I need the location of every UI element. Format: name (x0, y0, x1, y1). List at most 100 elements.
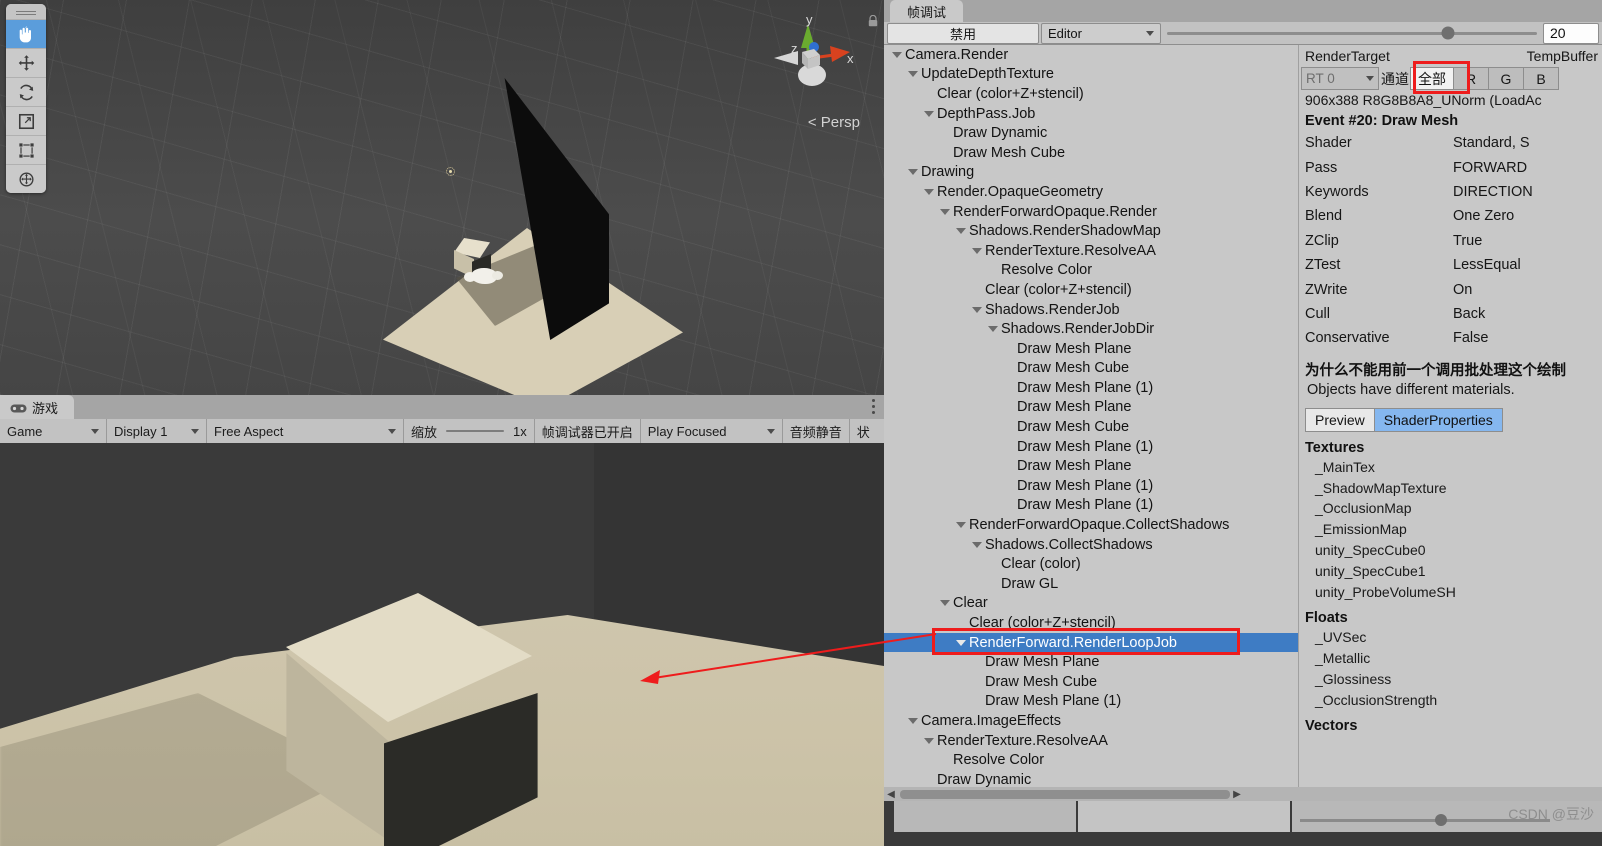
channel-button-r[interactable]: R (1453, 67, 1489, 90)
display-dropdown[interactable]: Display 1 (107, 419, 207, 443)
tree-row[interactable]: Draw Mesh Plane (1) (884, 437, 1298, 457)
scene-orientation-gizmo[interactable]: y z x (758, 8, 858, 118)
expand-triangle-icon[interactable] (908, 71, 918, 78)
expand-triangle-icon[interactable] (972, 306, 982, 313)
tree-row[interactable]: Draw Mesh Plane (1) (884, 476, 1298, 496)
tree-row[interactable]: Draw Mesh Cube (884, 143, 1298, 163)
tree-row[interactable]: RenderForwardOpaque.CollectShadows (884, 515, 1298, 535)
mute-audio-button[interactable]: 音频静音 (783, 419, 850, 443)
scroll-left-arrow[interactable]: ◀ (884, 789, 898, 800)
rt-index-dropdown[interactable]: RT 0 (1301, 67, 1379, 90)
event-slider[interactable] (1161, 23, 1543, 44)
tree-row[interactable]: Draw Mesh Cube (884, 672, 1298, 692)
tree-row[interactable]: RenderForward.RenderLoopJob (884, 632, 1298, 653)
tab-shader-properties[interactable]: ShaderProperties (1373, 407, 1503, 432)
expand-triangle-icon[interactable] (908, 169, 918, 176)
move-tool-button[interactable] (6, 48, 46, 77)
tree-row[interactable]: Draw GL (884, 574, 1298, 594)
disable-button[interactable]: 禁用 (887, 22, 1039, 44)
expand-triangle-icon[interactable] (956, 228, 966, 235)
hand-tool-button[interactable] (6, 19, 46, 48)
tree-row[interactable]: Draw Mesh Plane (884, 398, 1298, 418)
tree-row[interactable]: Draw Dynamic (884, 123, 1298, 143)
expand-triangle-icon[interactable] (924, 110, 934, 117)
tree-row[interactable]: Clear (color) (884, 554, 1298, 574)
expand-triangle-icon[interactable] (940, 600, 950, 607)
tree-row[interactable]: RenderForwardOpaque.Render (884, 202, 1298, 222)
tree-row[interactable]: Clear (color+Z+stencil) (884, 84, 1298, 104)
panel-menu-icon[interactable] (872, 399, 876, 415)
tree-row[interactable]: Drawing (884, 163, 1298, 183)
tree-row[interactable]: DepthPass.Job (884, 104, 1298, 124)
tree-row[interactable]: Clear (color+Z+stencil) (884, 280, 1298, 300)
tree-row[interactable]: Draw Mesh Plane (884, 456, 1298, 476)
tree-row[interactable]: Draw Mesh Plane (884, 652, 1298, 672)
game-view-mode-dropdown[interactable]: Game (0, 419, 107, 443)
game-render-viewport[interactable] (0, 443, 884, 846)
scrollbar-thumb[interactable] (900, 789, 1230, 799)
tree-row[interactable]: RenderTexture.ResolveAA (884, 241, 1298, 261)
tree-row[interactable]: Resolve Color (884, 750, 1298, 770)
scale-slider[interactable] (446, 430, 505, 432)
projection-mode-label[interactable]: < Persp (808, 114, 860, 131)
scroll-right-arrow[interactable]: ▶ (1230, 789, 1244, 800)
expand-triangle-icon[interactable] (924, 737, 934, 744)
tree-row-label: Render.OpaqueGeometry (937, 183, 1104, 200)
expand-triangle-icon[interactable] (956, 522, 966, 529)
tree-row[interactable]: Shadows.RenderShadowMap (884, 221, 1298, 241)
channel-button-g[interactable]: G (1488, 67, 1524, 90)
tree-row[interactable]: Draw Mesh Plane (1) (884, 378, 1298, 398)
horizontal-scrollbar[interactable]: ◀ ▶ (884, 787, 1602, 801)
tree-row[interactable]: Clear (884, 594, 1298, 614)
tree-row[interactable]: Shadows.RenderJobDir (884, 319, 1298, 339)
tree-row[interactable]: Draw Mesh Plane (1) (884, 692, 1298, 712)
scale-tool-button[interactable] (6, 106, 46, 135)
tree-row[interactable]: Shadows.RenderJob (884, 300, 1298, 320)
tree-row[interactable]: Shadows.CollectShadows (884, 535, 1298, 555)
event-number-input[interactable]: 20 (1543, 22, 1599, 44)
expand-triangle-icon[interactable] (988, 326, 998, 333)
channel-button-all[interactable]: 全部 (1410, 67, 1454, 90)
target-dropdown[interactable]: Editor (1041, 22, 1161, 44)
expand-triangle-icon[interactable] (892, 51, 902, 58)
tree-row[interactable]: Camera.Render (884, 45, 1298, 65)
expand-triangle-icon[interactable] (956, 639, 966, 646)
channel-button-b[interactable]: B (1523, 67, 1559, 90)
tab-game[interactable]: 游戏 (0, 395, 75, 419)
rotate-tool-button[interactable] (6, 77, 46, 106)
shader-state-row: ZClip True (1299, 229, 1602, 253)
tree-row[interactable]: Resolve Color (884, 261, 1298, 281)
rect-tool-button[interactable] (6, 135, 46, 164)
scale-slider-group[interactable]: 缩放 1x (404, 419, 535, 443)
tree-row[interactable]: UpdateDepthTexture (884, 65, 1298, 85)
play-mode-dropdown[interactable]: Play Focused (641, 419, 783, 443)
aspect-ratio-dropdown[interactable]: Free Aspect (207, 419, 404, 443)
event-slider-knob[interactable] (1441, 26, 1455, 40)
transform-tool-button[interactable] (6, 164, 46, 193)
event-tree[interactable]: Camera.Render UpdateDepthTexture Clear (co… (884, 45, 1298, 801)
stats-button[interactable]: 状 (850, 419, 877, 443)
expand-triangle-icon[interactable] (924, 188, 934, 195)
palette-drag-handle[interactable] (6, 4, 46, 19)
tab-frame-debugger[interactable]: 帧调试 (890, 0, 964, 22)
expand-triangle-icon[interactable] (972, 541, 982, 548)
scene-tool-palette[interactable] (6, 4, 46, 193)
tree-row[interactable]: RenderTexture.ResolveAA (884, 731, 1298, 751)
bottom-slider-knob[interactable] (1435, 814, 1447, 826)
tree-row[interactable]: Render.OpaqueGeometry (884, 182, 1298, 202)
light-gizmo-icon[interactable] (446, 167, 455, 176)
tab-preview[interactable]: Preview (1305, 407, 1375, 432)
expand-triangle-icon[interactable] (908, 717, 918, 724)
tree-row[interactable]: Draw Mesh Cube (884, 417, 1298, 437)
lock-icon[interactable] (868, 14, 878, 27)
tree-row[interactable]: Draw Mesh Cube (884, 359, 1298, 379)
move-icon (17, 54, 36, 73)
scene-view[interactable]: y z x < Persp (0, 0, 884, 395)
gamepad-icon (10, 402, 27, 413)
tree-row[interactable]: Clear (color+Z+stencil) (884, 613, 1298, 633)
tree-row[interactable]: Draw Mesh Plane (1) (884, 496, 1298, 516)
expand-triangle-icon[interactable] (940, 208, 950, 215)
expand-triangle-icon[interactable] (972, 247, 982, 254)
tree-row[interactable]: Camera.ImageEffects (884, 711, 1298, 731)
tree-row[interactable]: Draw Mesh Plane (884, 339, 1298, 359)
